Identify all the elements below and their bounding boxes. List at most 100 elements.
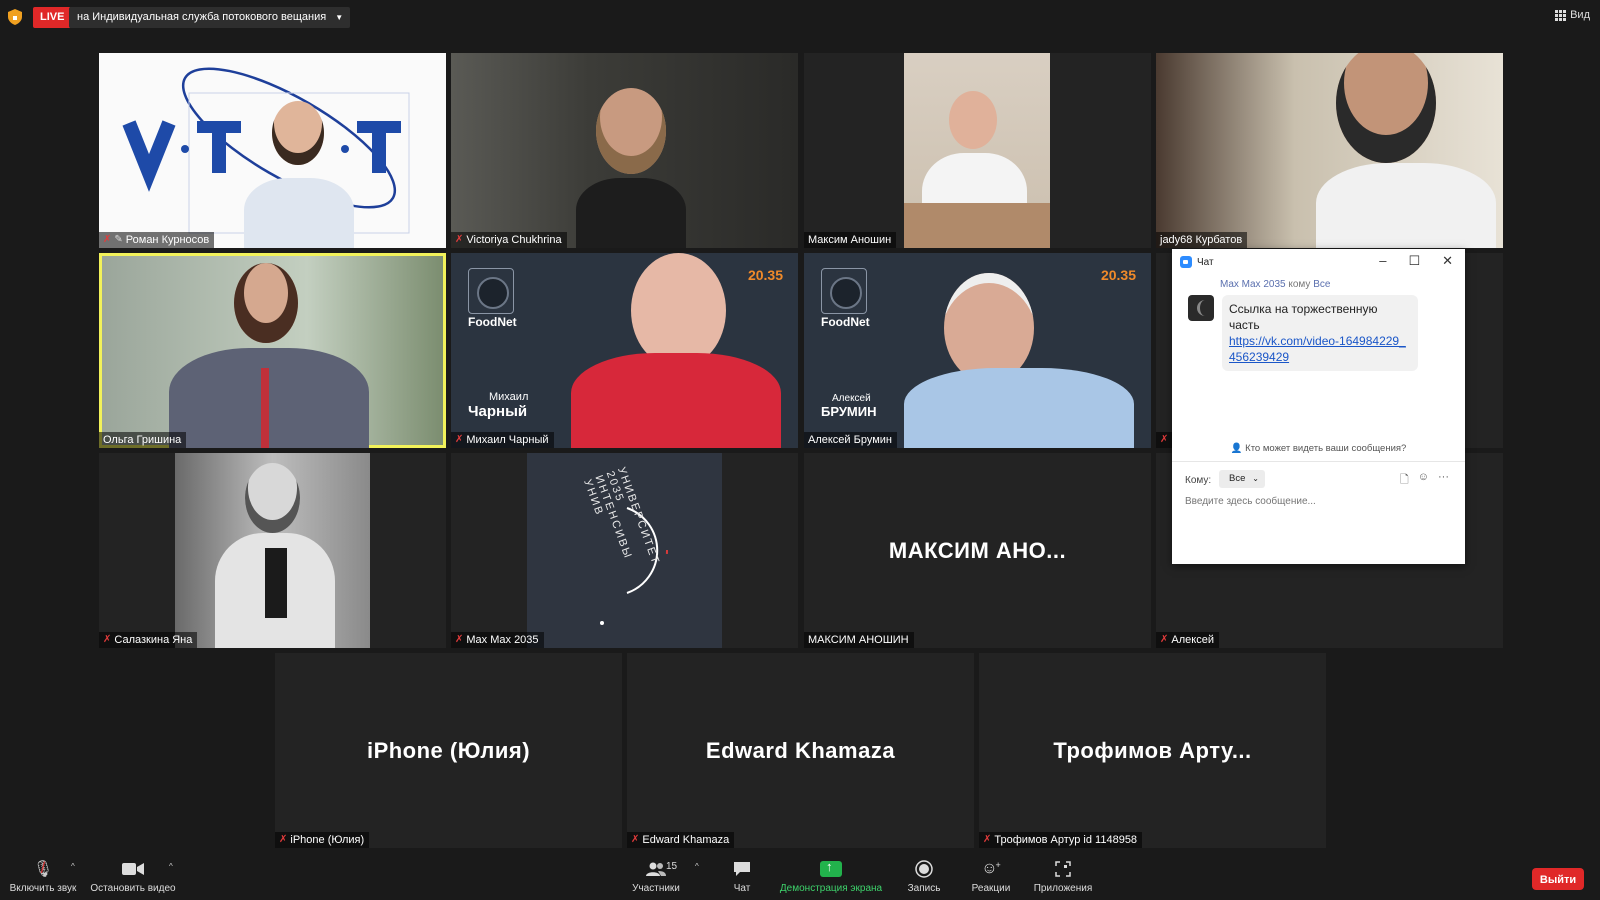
unmute-button[interactable]: 🎙 / Включить звук bbox=[8, 858, 78, 894]
mic-muted-icon: ✗ bbox=[455, 234, 464, 245]
mic-muted-icon: ✗ bbox=[631, 834, 640, 845]
stream-service-dropdown[interactable]: на Индивидуальная служба потокового веща… bbox=[69, 7, 351, 28]
participant-video bbox=[561, 253, 781, 448]
participant-name-label: ✗ Алексей bbox=[1156, 632, 1219, 648]
participant-name-label: ✗ Салазкина Яна bbox=[99, 632, 198, 648]
leave-button[interactable]: Выйти bbox=[1532, 868, 1584, 890]
video-tile[interactable]: ✗ ✎ Роман Курносов bbox=[99, 53, 446, 248]
video-tile-no-video[interactable]: МАКСИМ АНО... МАКСИМ АНОШИН bbox=[804, 453, 1151, 648]
foodnet-label: FoodNet bbox=[468, 315, 517, 329]
participant-video bbox=[244, 93, 354, 248]
chat-tools: 🗋 ☺ ··· bbox=[1400, 471, 1449, 490]
participant-name-label: ✗ Max Max 2035 bbox=[451, 632, 544, 648]
top-bar: LIVE на Индивидуальная служба потокового… bbox=[0, 0, 1600, 36]
mic-muted-icon: ✗ bbox=[1160, 634, 1169, 645]
foodnet-label: FoodNet bbox=[821, 315, 870, 329]
video-tile-no-video[interactable]: Edward Khamaza ✗ Edward Khamaza bbox=[627, 653, 974, 848]
reactions-button[interactable]: ☺ + Реакции bbox=[966, 858, 1016, 894]
live-badge[interactable]: LIVE bbox=[33, 7, 72, 28]
gallery-grid-icon bbox=[1555, 9, 1567, 21]
zoom-logo-icon bbox=[1180, 256, 1192, 268]
record-button[interactable]: Запись bbox=[900, 858, 948, 894]
chat-title: Чат bbox=[1197, 256, 1214, 268]
participant-video bbox=[576, 78, 686, 248]
view-button[interactable]: Вид bbox=[1555, 9, 1590, 21]
apps-icon bbox=[1030, 858, 1096, 880]
participant-display-name: Трофимов Арту... bbox=[1053, 737, 1252, 763]
smiley-plus-icon: ☺ + bbox=[981, 860, 1001, 877]
to-label: Кому: bbox=[1185, 475, 1212, 486]
view-label: Вид bbox=[1570, 9, 1590, 21]
message-recipient[interactable]: Все bbox=[1313, 279, 1330, 290]
stop-video-button[interactable]: Остановить видео bbox=[89, 858, 177, 894]
chat-message: Ссылка на торжественную часть https://vk… bbox=[1222, 295, 1418, 371]
participant-name-label: ✗ Edward Khamaza bbox=[627, 832, 735, 848]
video-tile[interactable]: УНИВЕРСИТЕТ 2035 ИНТЕНСИВЫ УНИВ ✗ Max Ma… bbox=[451, 453, 798, 648]
chevron-down-icon: ⌄ bbox=[1252, 474, 1259, 483]
participant-name-label: ✗ iPhone (Юлия) bbox=[275, 832, 370, 848]
mic-muted-icon: ✗ bbox=[103, 634, 112, 645]
audio-options-caret[interactable]: ^ bbox=[71, 862, 75, 871]
more-icon[interactable]: ··· bbox=[1438, 471, 1449, 490]
chat-button[interactable]: Чат bbox=[722, 858, 762, 894]
divider bbox=[1172, 461, 1465, 462]
foodnet-logo bbox=[821, 268, 867, 314]
recipient-dropdown[interactable]: Все ⌄ bbox=[1219, 470, 1265, 488]
foodnet-logo bbox=[468, 268, 514, 314]
participant-display-name: Edward Khamaza bbox=[705, 737, 896, 763]
minimize-icon[interactable]: – bbox=[1379, 253, 1386, 269]
video-tile[interactable]: FoodNet 20.35 Алексей БРУМИН Алексей Бру… bbox=[804, 253, 1151, 448]
video-options-caret[interactable]: ^ bbox=[169, 862, 173, 871]
participant-name-label: jady68 Курбатов bbox=[1156, 232, 1248, 248]
mic-muted-icon: ✗ bbox=[1160, 434, 1169, 445]
participant-display-name: МАКСИМ АНО... bbox=[888, 537, 1067, 563]
video-tile-no-video[interactable]: iPhone (Юлия) ✗ iPhone (Юлия) bbox=[275, 653, 622, 848]
participant-display-name: iPhone (Юлия) bbox=[366, 737, 531, 763]
video-tile-no-video[interactable]: Трофимов Арту... ✗ Трофимов Артур id 114… bbox=[979, 653, 1326, 848]
apps-button[interactable]: Приложения bbox=[1030, 858, 1096, 894]
shield-icon[interactable] bbox=[8, 9, 22, 25]
share-screen-icon bbox=[820, 859, 842, 877]
maximize-icon[interactable]: ☐ bbox=[1408, 253, 1420, 269]
mic-muted-icon: ✗ bbox=[455, 634, 464, 645]
video-camera-icon bbox=[89, 858, 177, 880]
university-2035-logo: УНИВЕРСИТЕТ 2035 ИНТЕНСИВЫ УНИВ bbox=[506, 453, 722, 648]
who-can-see-link[interactable]: 👤 Кто может видеть ваши сообщения? bbox=[1172, 443, 1465, 454]
video-tile[interactable]: ✗ Салазкина Яна bbox=[99, 453, 446, 648]
participant-name-label: ✗ Victoriya Chukhrina bbox=[451, 232, 567, 248]
video-tile[interactable]: ✗ Victoriya Chukhrina bbox=[451, 53, 798, 248]
message-link[interactable]: https://vk.com/video-164984229_456239429 bbox=[1229, 333, 1411, 365]
message-text: Ссылка на торжественную часть bbox=[1229, 302, 1378, 332]
chevron-down-icon: ▼ bbox=[335, 13, 344, 22]
message-to-word: кому bbox=[1288, 279, 1311, 290]
slide-last-name: БРУМИН bbox=[821, 404, 877, 419]
video-tile[interactable]: Максим Аношин bbox=[804, 53, 1151, 248]
emoji-icon[interactable]: ☺ bbox=[1418, 471, 1429, 490]
chat-bubble-icon bbox=[722, 858, 762, 880]
participant-video bbox=[159, 258, 379, 448]
file-icon[interactable]: 🗋 bbox=[1400, 471, 1409, 490]
participant-name-label: Максим Аношин bbox=[804, 232, 897, 248]
video-tile[interactable]: jady68 Курбатов bbox=[1156, 53, 1503, 248]
share-screen-button[interactable]: Демонстрация экрана bbox=[776, 858, 886, 894]
stream-service-label: на Индивидуальная служба потокового веща… bbox=[77, 11, 327, 23]
chat-window[interactable]: Чат – ☐ ✕ Max Max 2035 кому Все Ссылка н… bbox=[1172, 249, 1465, 564]
close-icon[interactable]: ✕ bbox=[1442, 253, 1453, 269]
message-sender[interactable]: Max Max 2035 bbox=[1220, 279, 1286, 290]
slide-first-name: Михаил bbox=[489, 391, 529, 403]
chat-message-input[interactable] bbox=[1185, 496, 1445, 507]
chat-title-bar: Чат bbox=[1180, 256, 1214, 268]
participant-name-label: ✗ bbox=[1156, 432, 1174, 448]
pin-icon: ✎ bbox=[114, 234, 123, 245]
participants-options-caret[interactable]: ^ bbox=[695, 862, 699, 871]
mic-muted-icon: 🎙 / bbox=[32, 860, 54, 878]
participant-name-label: Ольга Гришина bbox=[99, 432, 187, 448]
participant-name-label: ✗ Михаил Чарный bbox=[451, 432, 554, 448]
video-tile-active-speaker[interactable]: Ольга Гришина bbox=[99, 253, 446, 448]
slide-last-name: Чарный bbox=[468, 403, 528, 420]
participant-name-label: МАКСИМ АНОШИН bbox=[804, 632, 914, 648]
participant-name-label: Алексей Брумин bbox=[804, 432, 897, 448]
mic-muted-icon: ✗ bbox=[279, 834, 288, 845]
slide-first-name: Алексей bbox=[832, 393, 871, 404]
video-tile[interactable]: FoodNet 20.35 Михаил Чарный ✗ Михаил Чар… bbox=[451, 253, 798, 448]
